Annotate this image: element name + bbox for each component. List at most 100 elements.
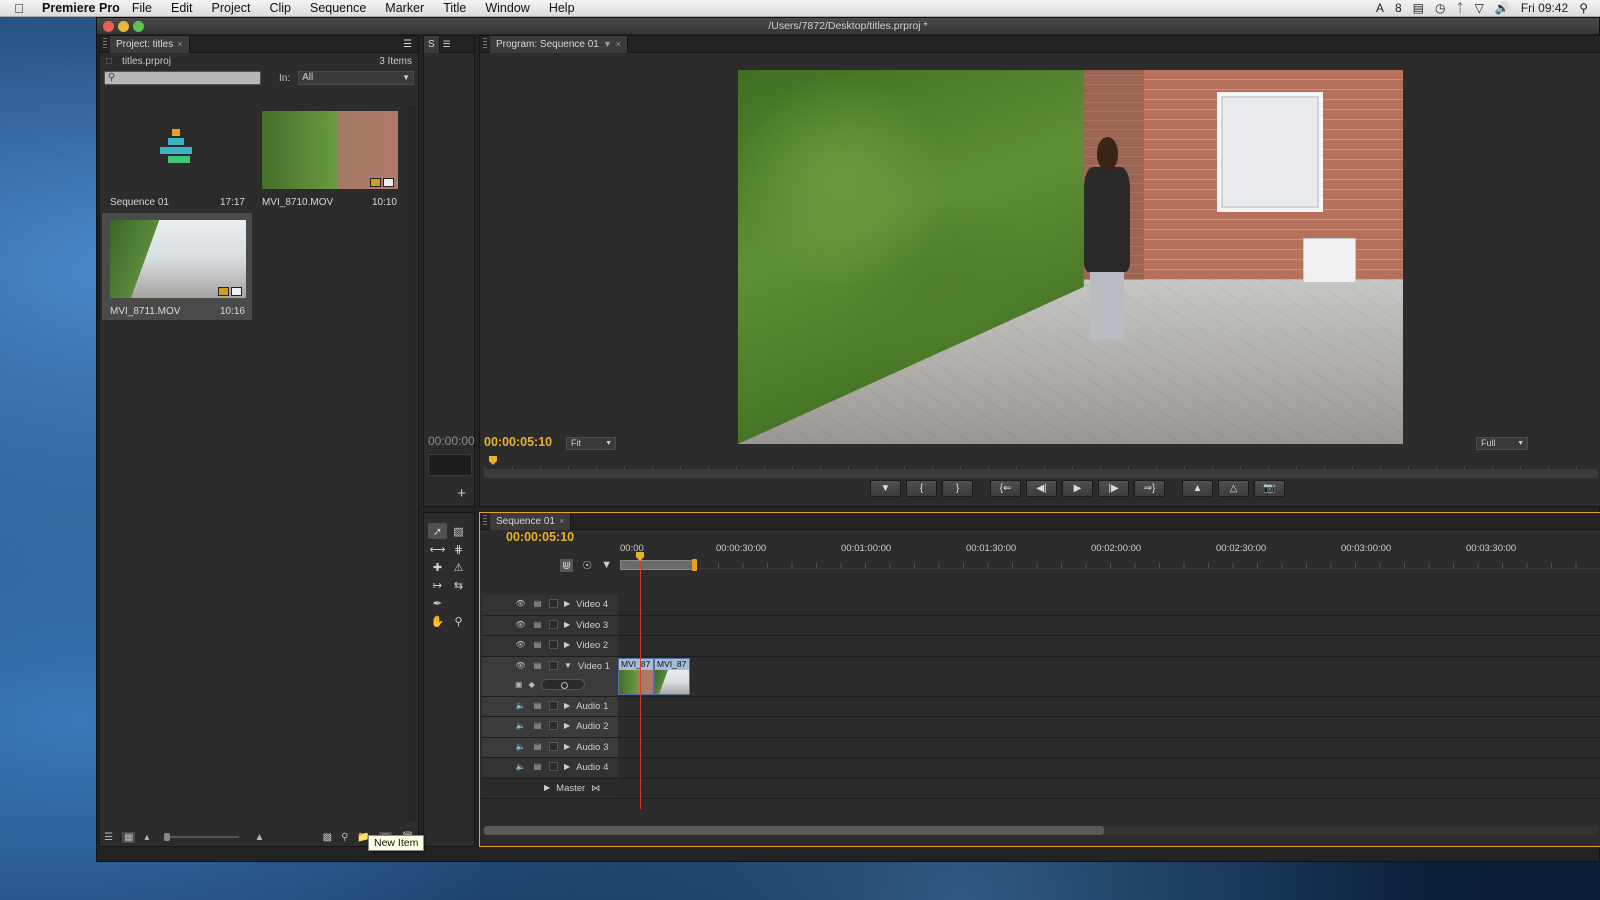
snap-icon[interactable]: ⋓ xyxy=(560,559,574,572)
list-view-icon[interactable]: ☰ xyxy=(104,832,113,843)
eye-icon[interactable]: 👁 xyxy=(515,640,526,649)
track-body[interactable] xyxy=(618,615,1600,635)
close-tab-icon[interactable]: × xyxy=(616,39,621,49)
lock-toggle[interactable] xyxy=(549,619,558,629)
zoom-out-icon[interactable]: ▴ xyxy=(144,832,149,843)
track-header[interactable]: 🔈 ▤ ▶ Audio 4 xyxy=(482,758,618,778)
zoom-in-icon[interactable]: ▲ xyxy=(254,832,264,843)
tab-project[interactable]: Project: titles × xyxy=(110,35,190,53)
panel-menu-icon[interactable]: ☰ xyxy=(443,39,451,50)
marker-menu-icon[interactable]: ▼ xyxy=(601,559,612,572)
mark-out-button[interactable]: } xyxy=(942,480,973,497)
in-filter-select[interactable]: All ▼ xyxy=(298,71,414,85)
track-header[interactable]: 🔈 ▤ ▶ Audio 2 xyxy=(482,717,618,737)
lock-toggle[interactable] xyxy=(549,741,558,751)
volume-icon[interactable]: 🔊 xyxy=(1495,1,1510,15)
sync-lock-icon[interactable]: ▤ xyxy=(532,599,543,608)
menu-title[interactable]: Title xyxy=(443,1,466,15)
slider-knob[interactable] xyxy=(164,833,171,841)
keyframe-icon[interactable]: ◆ xyxy=(529,680,535,689)
program-time-ruler[interactable] xyxy=(484,454,1598,470)
track-body[interactable] xyxy=(618,696,1600,716)
sync-lock-icon[interactable]: ▤ xyxy=(532,742,543,751)
panel-menu-icon[interactable]: ☰ xyxy=(403,39,412,50)
sync-lock-icon[interactable]: ▤ xyxy=(532,701,543,710)
hand-tool-icon[interactable]: ✋ xyxy=(428,613,447,629)
panel-grip-icon[interactable] xyxy=(483,515,487,527)
panel-grip-icon[interactable] xyxy=(103,38,107,50)
lock-toggle[interactable] xyxy=(549,700,558,710)
track-header[interactable]: ▶ Master ⋈ xyxy=(482,778,618,798)
razor-tool-icon[interactable]: ⚠ xyxy=(449,559,468,575)
close-tab-icon[interactable]: × xyxy=(559,516,564,526)
menu-sequence[interactable]: Sequence xyxy=(310,1,366,15)
lock-toggle[interactable] xyxy=(549,762,558,771)
speaker-icon[interactable]: 🔈 xyxy=(515,701,526,710)
project-scrollbar[interactable] xyxy=(408,106,416,821)
lock-toggle[interactable] xyxy=(549,721,558,730)
bin-item-sequence[interactable]: Sequence 01 17:17 xyxy=(102,104,252,211)
time-machine-icon[interactable]: ◷ xyxy=(1435,1,1445,15)
track-body[interactable] xyxy=(618,778,1600,798)
sync-lock-icon[interactable]: ▤ xyxy=(532,640,543,649)
eye-icon[interactable]: 👁 xyxy=(515,661,526,670)
work-area-end-handle[interactable] xyxy=(692,559,697,571)
slip-tool-icon[interactable]: ↦ xyxy=(428,577,447,593)
rate-stretch-tool-icon[interactable]: ✚ xyxy=(428,559,447,575)
track-body[interactable] xyxy=(618,758,1600,778)
program-timecode[interactable]: 00:00:05:10 xyxy=(484,435,552,449)
speaker-icon[interactable]: 🔈 xyxy=(515,721,526,730)
track-body[interactable]: MVI_87 MVI_87 xyxy=(618,656,1600,696)
expand-icon[interactable]: ▶ xyxy=(564,701,570,710)
tab-source[interactable]: S xyxy=(424,35,440,53)
zoom-level-select[interactable]: Fit ▼ xyxy=(566,437,616,450)
track-header[interactable]: 🔈 ▤ ▶ Audio 3 xyxy=(482,737,618,757)
tab-program[interactable]: Program: Sequence 01 ▼ × xyxy=(490,35,629,53)
panel-grip-icon[interactable] xyxy=(483,38,487,50)
program-zoom-scrollbar[interactable] xyxy=(484,470,1598,478)
expand-icon[interactable]: ▶ xyxy=(564,721,570,730)
resolution-select[interactable]: Full ▼ xyxy=(1476,437,1528,450)
track-body[interactable] xyxy=(618,737,1600,757)
wifi-icon[interactable]: ▽ xyxy=(1475,1,1484,15)
expand-icon[interactable]: ▶ xyxy=(564,620,570,629)
timeline-ruler[interactable]: 00:00 00:00:30:00 00:01:00:00 00:01:30:0… xyxy=(620,539,1600,569)
zoom-tool-icon[interactable]: ⚲ xyxy=(449,613,468,629)
slide-tool-icon[interactable]: ⇆ xyxy=(449,577,468,593)
expand-icon[interactable]: ▶ xyxy=(564,742,570,751)
thumbnail-size-slider[interactable] xyxy=(164,833,240,841)
step-back-button[interactable]: ◀| xyxy=(1026,480,1057,497)
timeline-clip[interactable]: MVI_87 xyxy=(654,657,690,695)
lock-toggle[interactable] xyxy=(549,599,558,608)
expand-icon[interactable]: ▶ xyxy=(564,640,570,649)
lock-toggle[interactable] xyxy=(549,660,558,670)
spotlight-search-icon[interactable]: ⚲ xyxy=(1579,1,1588,15)
track-body[interactable] xyxy=(618,636,1600,656)
menu-edit[interactable]: Edit xyxy=(171,1,193,15)
track-header[interactable]: 👁 ▤ ▶ Video 2 xyxy=(482,636,618,656)
speaker-icon[interactable]: 🔈 xyxy=(515,742,526,751)
track-header[interactable]: 👁 ▤ ▶ Video 3 xyxy=(482,615,618,635)
sync-lock-icon[interactable]: ▤ xyxy=(532,620,543,629)
go-to-out-button[interactable]: ⇒} xyxy=(1134,480,1165,497)
find-icon[interactable]: ⚲ xyxy=(341,832,348,843)
icon-view-icon[interactable]: ▦ xyxy=(121,831,136,843)
ripple-edit-tool-icon[interactable]: ⟷ xyxy=(428,541,447,557)
menu-clip[interactable]: Clip xyxy=(269,1,291,15)
keyframe-nav[interactable] xyxy=(540,678,585,690)
rolling-edit-tool-icon[interactable]: ⋕ xyxy=(449,541,468,557)
menu-marker[interactable]: Marker xyxy=(385,1,424,15)
timeline-zoom-scrollbar[interactable] xyxy=(484,826,1104,835)
timeline-timecode[interactable]: 00:00:05:10 xyxy=(506,530,574,544)
speaker-icon[interactable]: 🔈 xyxy=(515,762,526,771)
eye-icon[interactable]: 👁 xyxy=(515,599,526,608)
sync-lock-icon[interactable]: ▤ xyxy=(532,762,543,771)
export-frame-button[interactable]: 📷 xyxy=(1254,480,1285,497)
clock[interactable]: Fri 09:42 xyxy=(1521,1,1568,15)
work-area-bar[interactable] xyxy=(620,560,694,570)
track-header[interactable]: 👁 ▤ ▶ Video 4 xyxy=(482,595,618,615)
bluetooth-icon[interactable]: ᛏ xyxy=(1456,1,1463,15)
master-bowtie-icon[interactable]: ⋈ xyxy=(591,783,600,794)
notes-icon[interactable]: ▤ xyxy=(1413,1,1424,15)
program-video-frame[interactable] xyxy=(738,70,1403,444)
